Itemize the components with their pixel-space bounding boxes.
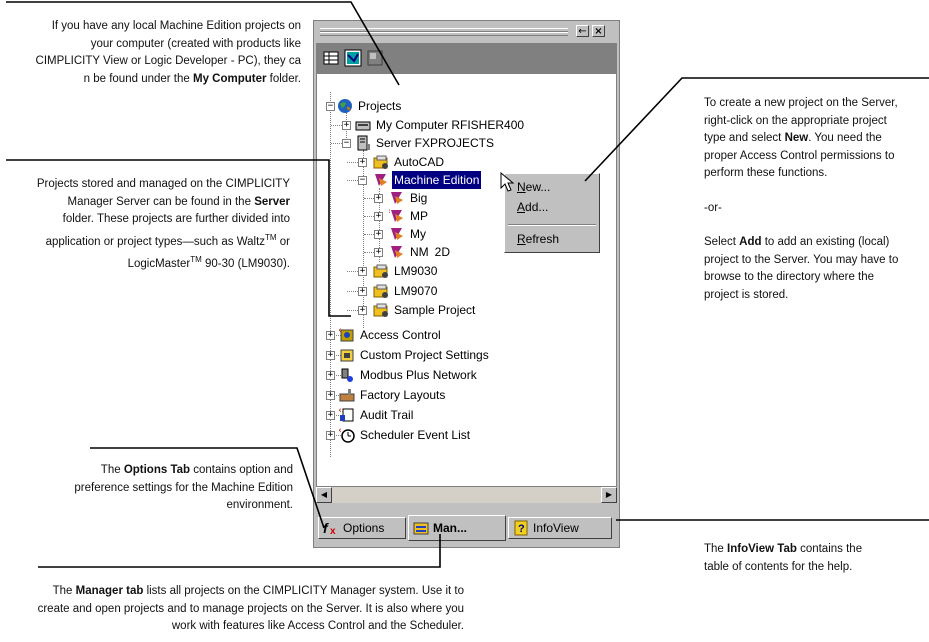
leader-line — [584, 77, 929, 182]
leader-line — [6, 159, 351, 317]
leader-line — [38, 534, 441, 568]
leader-line — [90, 447, 325, 529]
callout-leader-lines — [6, 1, 929, 568]
leader-line — [6, 1, 400, 86]
